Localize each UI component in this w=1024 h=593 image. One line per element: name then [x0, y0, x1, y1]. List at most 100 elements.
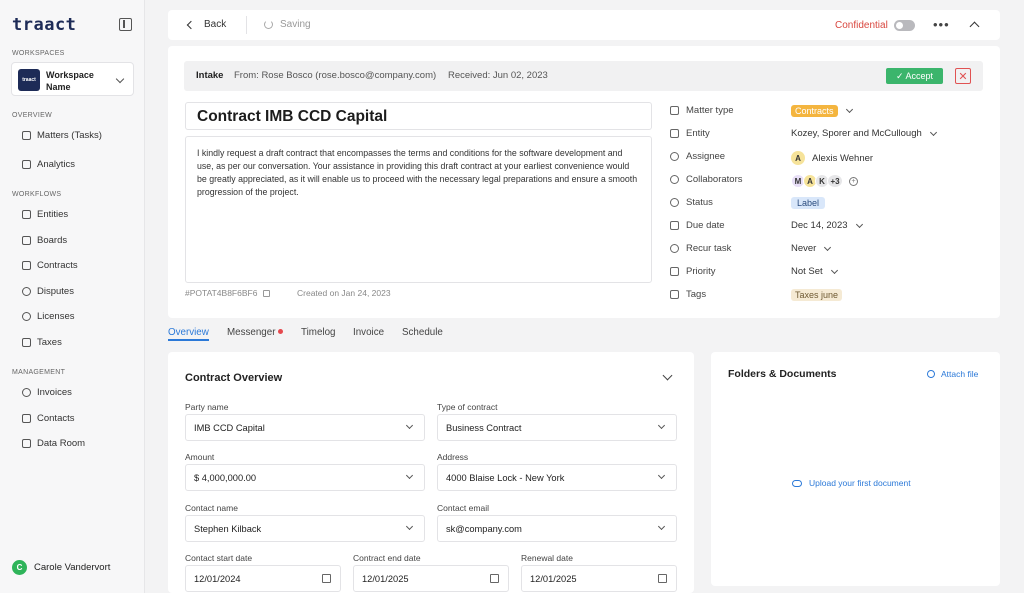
- tab-messenger[interactable]: Messenger: [227, 327, 284, 338]
- status-select[interactable]: Label: [791, 197, 826, 209]
- app-logo[interactable]: traact: [12, 15, 76, 35]
- flag-icon: [670, 267, 679, 276]
- divider: [246, 16, 247, 34]
- chevron-up-icon[interactable]: [969, 21, 980, 32]
- contract-type-select[interactable]: Business Contract: [437, 414, 677, 441]
- workflows-label: WORKFLOWS: [12, 191, 62, 198]
- back-button[interactable]: Back: [186, 19, 226, 30]
- sidebar-item-label: Contracts: [37, 259, 78, 271]
- workspace-selector[interactable]: traact Workspace Name: [11, 62, 134, 96]
- sidebar-item-contacts[interactable]: Contacts: [22, 411, 75, 425]
- chevron-down-icon: [115, 74, 125, 84]
- user-name: Carole Vandervort: [34, 562, 111, 573]
- notification-dot: [278, 329, 284, 334]
- saving-status: Saving: [264, 19, 311, 30]
- sidebar-item-analytics[interactable]: Analytics: [22, 157, 75, 171]
- renewal-date-picker[interactable]: 12/01/2025: [521, 565, 677, 592]
- due-date-select[interactable]: Dec 14, 2023: [791, 220, 863, 231]
- sidebar-item-contracts[interactable]: Contracts: [22, 258, 78, 272]
- license-icon: [22, 311, 31, 321]
- chart-icon: [22, 159, 31, 169]
- copy-icon[interactable]: [263, 289, 271, 297]
- field-value: 12/01/2024: [194, 574, 241, 584]
- sidebar-item-label: Entities: [37, 208, 69, 220]
- chevron-down-icon: [657, 522, 666, 531]
- gavel-icon: [22, 286, 31, 296]
- sidebar-item-invoices[interactable]: Invoices: [22, 385, 72, 399]
- field-value: Stephen Kilback: [194, 524, 262, 534]
- building-icon: [670, 129, 679, 138]
- more-collaborators-count: +3: [827, 174, 843, 188]
- assignee-value: Alexis Wehner: [812, 152, 874, 164]
- dollar-icon: [22, 387, 31, 397]
- status-icon: [670, 198, 679, 207]
- add-collaborator-icon[interactable]: +: [849, 176, 858, 186]
- board-icon: [22, 235, 31, 245]
- sidebar-item-disputes[interactable]: Disputes: [22, 284, 74, 298]
- repeat-icon: [670, 244, 679, 253]
- address-select[interactable]: 4000 Blaise Lock - New York: [437, 464, 677, 491]
- user-profile[interactable]: C Carole Vandervort: [12, 560, 110, 575]
- chevron-left-icon: [186, 20, 196, 29]
- matter-id: #POTAT4B8F6BF6: [185, 288, 271, 298]
- intake-bar: Intake From: Rose Bosco (rose.bosco@comp…: [184, 61, 983, 91]
- assignee-select[interactable]: A Alexis Wehner: [791, 151, 873, 165]
- entity-select[interactable]: Kozey, Sporer and McCullough: [791, 128, 937, 139]
- upload-document-button[interactable]: Upload your first document: [792, 478, 911, 488]
- collaborators-list[interactable]: M A K +3 +: [791, 174, 858, 188]
- party-name-select[interactable]: IMB CCD Capital: [185, 414, 425, 441]
- contact-email-select[interactable]: sk@company.com: [437, 515, 677, 542]
- more-options-icon[interactable]: •••: [933, 17, 950, 32]
- matter-type-select[interactable]: Contracts: [791, 105, 853, 117]
- accept-button[interactable]: ✓ Accept: [886, 68, 943, 84]
- end-date-picker[interactable]: 12/01/2025: [353, 565, 509, 592]
- contacts-icon: [22, 413, 31, 423]
- matter-card: Intake From: Rose Bosco (rose.bosco@comp…: [168, 46, 1000, 318]
- title-input[interactable]: Contract IMB CCD Capital: [185, 102, 652, 130]
- matter-id-text: #POTAT4B8F6BF6: [185, 288, 258, 298]
- cloud-upload-icon: [792, 479, 802, 487]
- sidebar-collapse-icon[interactable]: [119, 18, 132, 31]
- upload-label: Upload your first document: [809, 478, 911, 488]
- folders-documents-panel: Folders & Documents Attach file Upload y…: [711, 352, 1000, 586]
- active-tab-indicator: [168, 339, 209, 341]
- chevron-down-icon[interactable]: [662, 370, 673, 381]
- entity-value: Kozey, Sporer and McCullough: [791, 128, 922, 139]
- chevron-down-icon: [405, 471, 414, 480]
- sidebar-item-licenses[interactable]: Licenses: [22, 309, 75, 323]
- sidebar-item-label: Taxes: [37, 336, 62, 348]
- sidebar-item-taxes[interactable]: Taxes: [22, 335, 62, 349]
- attach-file-button[interactable]: Attach file: [925, 368, 978, 380]
- sidebar-item-entities[interactable]: Entities: [22, 207, 68, 221]
- sidebar-item-label: Disputes: [37, 285, 74, 297]
- tab-invoice[interactable]: Invoice: [353, 327, 384, 338]
- contact-name-select[interactable]: Stephen Kilback: [185, 515, 425, 542]
- tab-timelog[interactable]: Timelog: [301, 327, 335, 338]
- prop-label: Tags: [686, 289, 707, 300]
- reject-button[interactable]: ✕: [955, 68, 971, 84]
- tags-select[interactable]: Taxes june: [791, 289, 843, 301]
- confidential-toggle[interactable]: [894, 20, 915, 31]
- panel-title: Folders & Documents: [728, 368, 837, 380]
- prop-recur-task: Recur task Never: [668, 242, 988, 256]
- recur-task-select[interactable]: Never: [791, 243, 832, 254]
- sidebar-item-label: Matters (Tasks): [37, 129, 102, 141]
- receipt-icon: [22, 337, 31, 347]
- overview-label: OVERVIEW: [12, 112, 53, 119]
- tab-overview[interactable]: Overview: [168, 327, 209, 338]
- priority-select[interactable]: Not Set: [791, 266, 838, 277]
- description-textarea[interactable]: I kindly request a draft contract that e…: [185, 136, 652, 283]
- start-date-picker[interactable]: 12/01/2024: [185, 565, 341, 592]
- matter-description: I kindly request a draft contract that e…: [197, 148, 638, 197]
- contract-icon: [22, 260, 31, 270]
- confidential-label: Confidential: [835, 20, 888, 31]
- amount-field[interactable]: $ 4,000,000.00: [185, 464, 425, 491]
- sidebar-item-data-room[interactable]: Data Room: [22, 436, 85, 450]
- sidebar-item-boards[interactable]: Boards: [22, 233, 67, 247]
- sync-icon: [264, 20, 273, 29]
- chevron-down-icon: [405, 522, 414, 531]
- tab-schedule[interactable]: Schedule: [402, 327, 443, 338]
- field-value: $ 4,000,000.00: [194, 473, 257, 483]
- sidebar-item-matters[interactable]: Matters (Tasks): [22, 128, 102, 142]
- created-date: Created on Jan 24, 2023: [297, 288, 391, 298]
